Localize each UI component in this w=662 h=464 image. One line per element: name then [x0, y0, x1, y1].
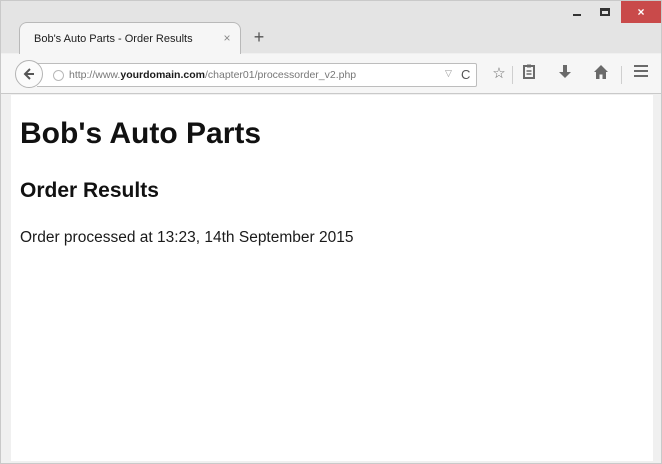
back-arrow-icon	[23, 68, 34, 80]
new-tab-button[interactable]: +	[249, 27, 269, 47]
home-icon[interactable]	[591, 64, 611, 84]
order-processed-message: Order processed at 13:23, 14th September…	[20, 229, 354, 246]
home-glyph	[594, 65, 608, 79]
minimize-icon	[573, 14, 581, 16]
minimize-button[interactable]	[564, 1, 590, 23]
download-arrow-glyph	[559, 65, 571, 78]
address-bar[interactable]: http://www.yourdomain.com/chapter01/proc…	[37, 63, 477, 87]
menu-icon[interactable]	[631, 64, 651, 84]
star-icon[interactable]: ☆	[489, 64, 509, 84]
url-dropdown-icon[interactable]: ▽	[445, 68, 452, 79]
toolbar-separator	[512, 66, 513, 84]
clipboard-icon-glyph	[523, 64, 535, 79]
tab-order-results[interactable]: Bob's Auto Parts - Order Results ×	[19, 22, 241, 54]
maximize-icon	[600, 8, 610, 16]
title-bar: Bob's Auto Parts - Order Results × + ×	[1, 1, 661, 54]
toolbar-separator	[621, 66, 622, 84]
tab-title: Bob's Auto Parts - Order Results	[34, 33, 193, 45]
tab-close-icon[interactable]: ×	[220, 31, 234, 45]
clipboard-icon[interactable]	[519, 64, 539, 84]
download-icon[interactable]	[555, 64, 575, 84]
back-button[interactable]	[15, 60, 43, 88]
close-window-button[interactable]: ×	[621, 1, 661, 23]
globe-icon	[53, 70, 64, 81]
browser-window: Bob's Auto Parts - Order Results × + × h…	[0, 0, 662, 464]
page-title: Bob's Auto Parts	[20, 117, 262, 150]
maximize-button[interactable]	[592, 1, 618, 23]
page-content: Bob's Auto Parts Order Results Order pro…	[11, 95, 653, 461]
url-text[interactable]: http://www.yourdomain.com/chapter01/proc…	[69, 69, 356, 81]
navigation-toolbar: http://www.yourdomain.com/chapter01/proc…	[1, 54, 661, 94]
hamburger-glyph	[634, 65, 648, 77]
reload-icon[interactable]: C	[461, 67, 470, 82]
page-subtitle: Order Results	[20, 179, 159, 202]
